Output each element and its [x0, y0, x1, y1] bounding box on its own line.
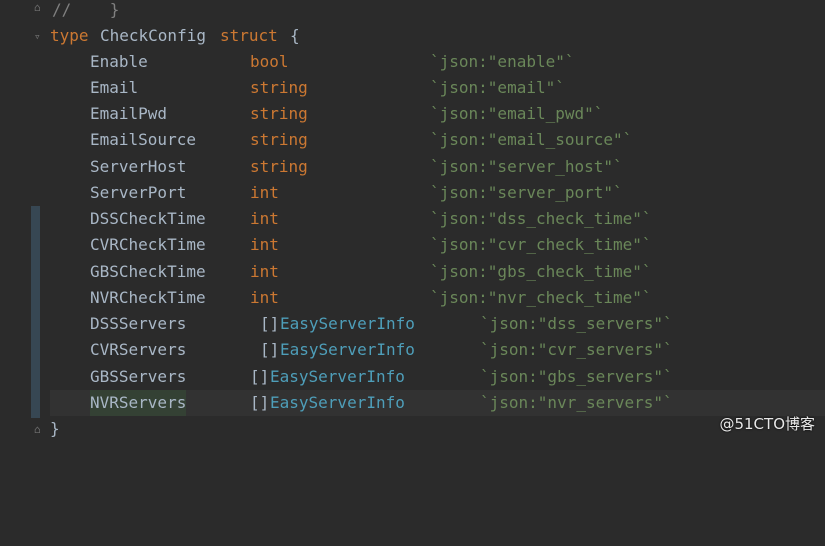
keyword-type: type	[50, 26, 89, 45]
field-name: CVRServers	[90, 340, 187, 359]
field-tag: `json:"cvr_servers"`	[480, 340, 673, 359]
field-row-current: NVRServers [] EasyServerInfo `json:"nvr_…	[50, 390, 825, 416]
field-tag: `json:"email_pwd"`	[430, 104, 604, 123]
field-name: EmailPwd	[90, 104, 168, 123]
field-type: int	[250, 288, 279, 307]
struct-name: CheckConfig	[100, 26, 206, 45]
field-tag: `json:"email"`	[430, 78, 565, 97]
fold-icon[interactable]: ⌂	[34, 424, 44, 436]
field-row: DSSServers [] EasyServerInfo `json:"dss_…	[50, 311, 825, 337]
field-row: GBSCheckTime int `json:"gbs_check_time"`	[50, 259, 825, 285]
field-type: string	[250, 157, 308, 176]
field-name: GBSServers	[90, 367, 187, 386]
field-tag: `json:"dss_servers"`	[480, 314, 673, 333]
field-tag: `json:"nvr_check_time"`	[430, 288, 652, 307]
field-row: GBSServers [] EasyServerInfo `json:"gbs_…	[50, 364, 825, 390]
field-name: ServerPort	[90, 183, 187, 202]
slice-brackets: []	[250, 393, 270, 412]
open-brace: {	[290, 26, 300, 45]
watermark-text: @51CTO博客	[719, 415, 815, 433]
field-tag: `json:"enable"`	[430, 52, 575, 71]
close-brace: }	[50, 419, 60, 438]
field-type: string	[250, 130, 308, 149]
field-row: ServerPort int `json:"server_port"`	[50, 180, 825, 206]
vcs-change-marker[interactable]	[31, 206, 40, 418]
field-row: EmailPwd string `json:"email_pwd"`	[50, 101, 825, 127]
field-tag: `json:"nvr_servers"`	[480, 393, 673, 412]
field-type: string	[250, 78, 308, 97]
field-type-link[interactable]: EasyServerInfo	[270, 364, 405, 390]
comment-text: // }	[52, 0, 120, 19]
field-tag: `json:"server_host"`	[430, 157, 623, 176]
field-type: int	[250, 209, 279, 228]
slice-brackets: []	[250, 367, 270, 386]
field-row: CVRServers [] EasyServerInfo `json:"cvr_…	[50, 337, 825, 363]
field-name: ServerHost	[90, 157, 187, 176]
field-name-highlighted: NVRServers	[90, 390, 187, 416]
field-type: int	[250, 262, 279, 281]
field-name: CVRCheckTime	[90, 235, 206, 254]
field-row: NVRCheckTime int `json:"nvr_check_time"`	[50, 285, 825, 311]
field-row: ServerHost string `json:"server_host"`	[50, 154, 825, 180]
fold-icon[interactable]: ▿	[34, 31, 44, 43]
field-name: NVRCheckTime	[90, 288, 206, 307]
field-name: DSSCheckTime	[90, 209, 206, 228]
field-name: GBSCheckTime	[90, 262, 206, 281]
code-line-comment: // }	[50, 0, 825, 23]
field-tag: `json:"cvr_check_time"`	[430, 235, 652, 254]
field-type-link[interactable]: EasyServerInfo	[280, 311, 415, 337]
field-name: DSSServers	[90, 314, 187, 333]
field-type-link[interactable]: EasyServerInfo	[270, 390, 405, 416]
field-name: Enable	[90, 52, 148, 71]
field-name: Email	[90, 78, 139, 97]
code-editor[interactable]: // } type CheckConfig struct { Enable bo…	[50, 0, 825, 442]
slice-brackets: []	[260, 340, 280, 359]
keyword-struct: struct	[220, 26, 278, 45]
fold-icon[interactable]: ⌂	[34, 2, 44, 14]
field-type: bool	[250, 52, 289, 71]
field-row: EmailSource string `json:"email_source"`	[50, 127, 825, 153]
field-row: DSSCheckTime int `json:"dss_check_time"`	[50, 206, 825, 232]
code-line-struct-header: type CheckConfig struct {	[50, 23, 825, 49]
slice-brackets: []	[260, 314, 280, 333]
field-type: int	[250, 183, 279, 202]
field-tag: `json:"dss_check_time"`	[430, 209, 652, 228]
code-line-closing: }	[50, 416, 825, 442]
field-row: CVRCheckTime int `json:"cvr_check_time"`	[50, 232, 825, 258]
field-type: int	[250, 235, 279, 254]
field-tag: `json:"gbs_check_time"`	[430, 262, 652, 281]
field-tag: `json:"gbs_servers"`	[480, 367, 673, 386]
field-tag: `json:"email_source"`	[430, 130, 633, 149]
field-row: Email string `json:"email"`	[50, 75, 825, 101]
field-name: EmailSource	[90, 130, 196, 149]
field-tag: `json:"server_port"`	[430, 183, 623, 202]
field-type-link[interactable]: EasyServerInfo	[280, 337, 415, 363]
field-type: string	[250, 104, 308, 123]
field-row: Enable bool `json:"enable"`	[50, 49, 825, 75]
